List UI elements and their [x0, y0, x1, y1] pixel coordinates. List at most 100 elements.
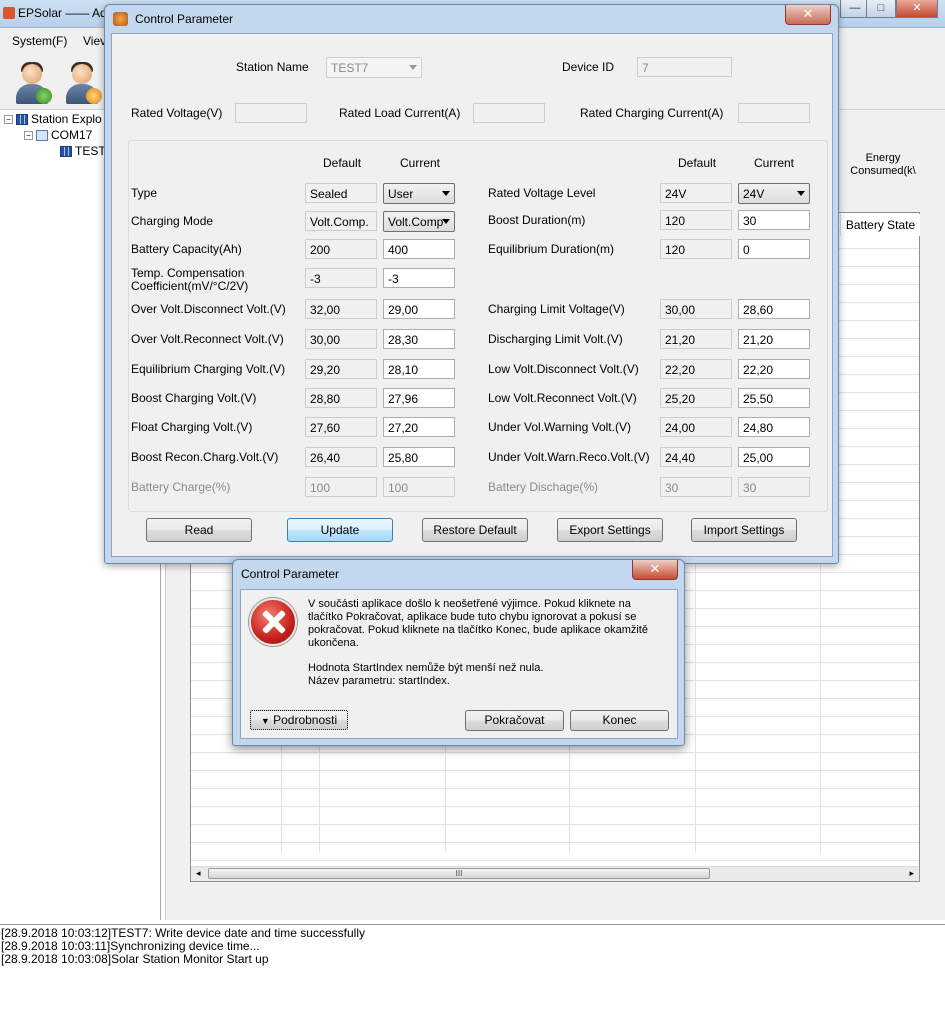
- boost-duration-input[interactable]: 30: [738, 210, 810, 230]
- read-button[interactable]: Read: [146, 518, 252, 542]
- restore-default-button[interactable]: Restore Default: [422, 518, 528, 542]
- error-detail: Hodnota StartIndex nemůže být menší než …: [308, 662, 544, 687]
- menu-view[interactable]: Viev: [83, 34, 106, 48]
- rated-charging-current-field: [738, 103, 810, 123]
- maximize-button[interactable]: □: [866, 0, 896, 18]
- charging-mode-select[interactable]: Volt.Comp: [383, 211, 455, 232]
- boost-recon-input[interactable]: 25,80: [383, 447, 455, 467]
- type-select[interactable]: User: [383, 183, 455, 204]
- scroll-left-icon[interactable]: ◂: [196, 868, 201, 879]
- type-label: Type: [131, 186, 158, 200]
- battery-capacity-label: Battery Capacity(Ah): [131, 242, 242, 256]
- export-settings-button[interactable]: Export Settings: [557, 518, 663, 542]
- tree-node-com[interactable]: − COM17: [24, 128, 92, 142]
- collapse-icon[interactable]: −: [24, 131, 33, 141]
- scroll-right-icon[interactable]: ▸: [909, 868, 914, 879]
- over-volt-reconnect-default: 30,00: [305, 329, 377, 349]
- temp-compensation-label: Temp. Compensation Coefficient(mV/°C/2V): [131, 266, 249, 293]
- battery-charge-current: 100: [383, 477, 455, 497]
- continue-button[interactable]: Pokračovat: [465, 710, 564, 731]
- under-volt-warn-reco-input[interactable]: 25,00: [738, 447, 810, 467]
- under-vol-warning-input[interactable]: 24,80: [738, 417, 810, 437]
- battery-discharge-default: 30: [660, 477, 732, 497]
- boost-charging-label: Boost Charging Volt.(V): [131, 391, 257, 405]
- import-settings-button[interactable]: Import Settings: [691, 518, 797, 542]
- user-connect-icon[interactable]: [12, 62, 52, 106]
- tree-node-station-label: TEST: [75, 144, 106, 158]
- charging-limit-input[interactable]: 28,60: [738, 299, 810, 319]
- boost-charging-input[interactable]: 27,96: [383, 388, 455, 408]
- tree-node-com-label: COM17: [51, 128, 93, 142]
- rated-load-current-field: [473, 103, 545, 123]
- error-dialog-body: V součásti aplikace došlo k neošetřené v…: [240, 589, 678, 739]
- scrollbar-thumb[interactable]: III: [208, 868, 710, 879]
- equilibrium-duration-label: Equilibrium Duration(m): [488, 242, 615, 256]
- control-parameter-title: Control Parameter: [135, 12, 234, 26]
- device-id-label: Device ID: [562, 60, 615, 74]
- app-icon: [3, 7, 15, 19]
- details-button[interactable]: ▼ Podrobnosti: [250, 710, 348, 730]
- main-close-button[interactable]: ✕: [896, 0, 938, 18]
- tree-node-station[interactable]: TEST: [60, 144, 106, 158]
- over-volt-reconnect-input[interactable]: 28,30: [383, 329, 455, 349]
- solar-panel-icon: [60, 146, 72, 158]
- boost-recon-default: 26,40: [305, 447, 377, 467]
- rated-voltage-label: Rated Voltage(V): [131, 106, 223, 120]
- rated-voltage-level-default: 24V: [660, 183, 732, 203]
- battery-discharge-current: 30: [738, 477, 810, 497]
- left-current-header: Current: [400, 156, 441, 170]
- collapse-icon[interactable]: −: [4, 115, 13, 125]
- boost-duration-label: Boost Duration(m): [488, 213, 586, 227]
- log-line: [28.9.2018 10:03:11]Synchronizing device…: [1, 939, 260, 953]
- low-volt-reconnect-default: 25,20: [660, 388, 732, 408]
- main-window-title: EPSolar —— Ad: [18, 6, 107, 20]
- boost-charging-default: 28,80: [305, 388, 377, 408]
- battery-state-column-header[interactable]: Battery State: [840, 214, 920, 236]
- battery-capacity-input[interactable]: 400: [383, 239, 455, 259]
- right-current-header: Current: [754, 156, 795, 170]
- type-default: Sealed: [305, 183, 377, 203]
- boost-duration-default: 120: [660, 210, 732, 230]
- over-volt-disconnect-default: 32,00: [305, 299, 377, 319]
- quit-button[interactable]: Konec: [570, 710, 669, 731]
- charging-limit-default: 30,00: [660, 299, 732, 319]
- low-volt-disconnect-input[interactable]: 22,20: [738, 359, 810, 379]
- discharging-limit-default: 21,20: [660, 329, 732, 349]
- charging-mode-default: Volt.Comp.: [305, 211, 377, 231]
- error-dialog-close-button[interactable]: ✕: [632, 560, 678, 580]
- rated-voltage-level-select[interactable]: 24V: [738, 183, 810, 204]
- temp-compensation-default: -3: [305, 268, 377, 288]
- over-volt-disconnect-input[interactable]: 29,00: [383, 299, 455, 319]
- station-name-label: Station Name: [236, 60, 309, 74]
- discharging-limit-input[interactable]: 21,20: [738, 329, 810, 349]
- rated-voltage-level-label: Rated Voltage Level: [488, 186, 596, 200]
- battery-charge-label: Battery Charge(%): [131, 480, 231, 494]
- control-parameter-body: Station Name TEST7 Device ID 7 Rated Vol…: [111, 33, 833, 557]
- error-message: V součásti aplikace došlo k neošetřené v…: [308, 598, 648, 649]
- equilibrium-duration-default: 120: [660, 239, 732, 259]
- under-vol-warning-default: 24,00: [660, 417, 732, 437]
- solar-panel-icon: [16, 114, 28, 126]
- float-charging-label: Float Charging Volt.(V): [131, 420, 253, 434]
- battery-capacity-default: 200: [305, 239, 377, 259]
- equilibrium-charging-default: 29,20: [305, 359, 377, 379]
- temp-compensation-input[interactable]: -3: [383, 268, 455, 288]
- menu-system[interactable]: System(F): [12, 34, 67, 48]
- user-settings-icon[interactable]: [62, 62, 102, 106]
- equilibrium-duration-input[interactable]: 0: [738, 239, 810, 259]
- float-charging-default: 27,60: [305, 417, 377, 437]
- right-default-header: Default: [678, 156, 717, 170]
- rated-charging-current-label: Rated Charging Current(A): [580, 106, 724, 120]
- control-parameter-icon: [113, 12, 128, 26]
- update-button[interactable]: Update: [287, 518, 393, 542]
- rated-load-current-label: Rated Load Current(A): [339, 106, 461, 120]
- low-volt-disconnect-default: 22,20: [660, 359, 732, 379]
- float-charging-input[interactable]: 27,20: [383, 417, 455, 437]
- low-volt-reconnect-label: Low Volt.Reconnect Volt.(V): [488, 391, 637, 405]
- energy-consumed-header: Energy Consumed(k\: [850, 152, 916, 177]
- equilibrium-charging-input[interactable]: 28,10: [383, 359, 455, 379]
- under-vol-warning-label: Under Vol.Warning Volt.(V): [488, 420, 631, 434]
- low-volt-reconnect-input[interactable]: 25,50: [738, 388, 810, 408]
- control-parameter-close-button[interactable]: ✕: [785, 5, 831, 25]
- tree-node-root[interactable]: − Station Explo: [4, 112, 102, 126]
